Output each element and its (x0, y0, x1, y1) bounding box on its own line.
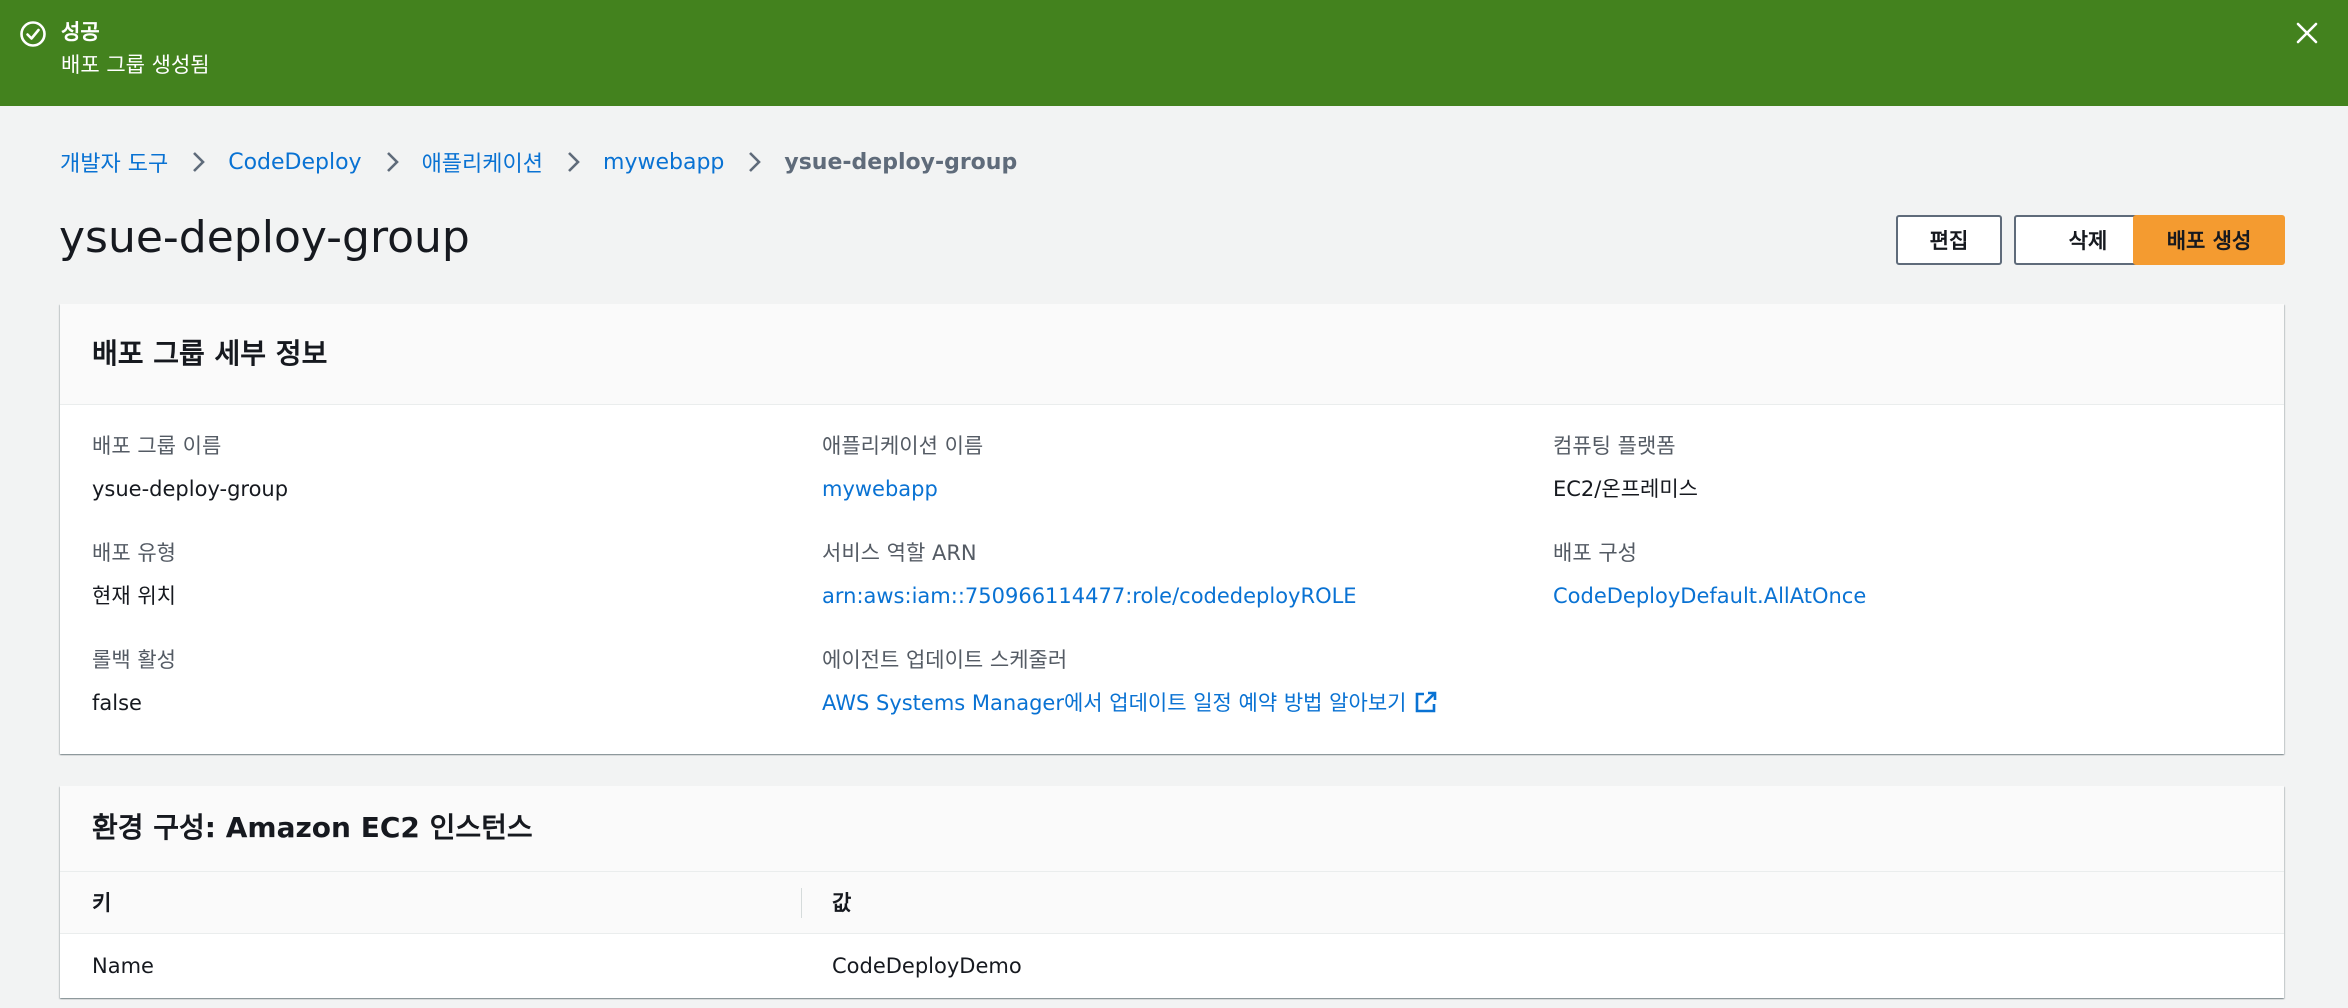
agent-scheduler-label: 에이전트 업데이트 스케줄러 (822, 648, 1068, 672)
breadcrumb-applications[interactable]: 애플리케이션 (422, 146, 543, 178)
breadcrumb-mywebapp[interactable]: mywebapp (603, 150, 724, 175)
application-name-label: 애플리케이션 이름 (822, 434, 984, 458)
panel-header: 배포 그룹 세부 정보 (60, 304, 2284, 405)
deployment-config-label: 배포 구성 (1553, 541, 1637, 565)
service-role-arn-link[interactable]: arn:aws:iam::750966114477:role/codedeplo… (822, 582, 1357, 610)
check-circle-icon (20, 21, 46, 47)
table-header: 키 값 (60, 872, 2284, 934)
deployment-group-name-label: 배포 그룹 이름 (92, 434, 222, 458)
breadcrumb-current: ysue-deploy-group (784, 149, 1018, 175)
table-cell-key: Name (92, 954, 154, 978)
agent-scheduler-link-text: AWS Systems Manager에서 업데이트 일정 예약 방법 알아보기 (822, 691, 1407, 715)
application-name-link[interactable]: mywebapp (822, 475, 938, 503)
chevron-right-icon (565, 151, 581, 173)
breadcrumb: 개발자 도구 CodeDeploy 애플리케이션 mywebapp ysue-d… (60, 146, 1017, 178)
page-title: ysue-deploy-group (59, 212, 470, 263)
compute-platform-label: 컴퓨팅 플랫폼 (1553, 434, 1676, 458)
deployment-config-link[interactable]: CodeDeployDefault.AllAtOnce (1553, 582, 1866, 610)
compute-platform-value: EC2/온프레미스 (1553, 477, 1698, 501)
column-header-key: 키 (92, 891, 112, 915)
close-icon[interactable] (2293, 19, 2321, 47)
breadcrumb-codedeploy[interactable]: CodeDeploy (228, 150, 361, 175)
deployment-type-value: 현재 위치 (92, 584, 176, 608)
success-flash-banner: 성공 배포 그룹 생성됨 (0, 0, 2348, 106)
chevron-right-icon (190, 151, 206, 173)
service-role-arn-label: 서비스 역할 ARN (822, 541, 977, 565)
column-header-value: 값 (832, 891, 852, 915)
panel-title: 배포 그룹 세부 정보 (92, 337, 328, 370)
flash-title: 성공 (61, 20, 100, 44)
external-link-icon (1416, 691, 1437, 713)
agent-scheduler-link[interactable]: AWS Systems Manager에서 업데이트 일정 예약 방법 알아보기 (822, 689, 1438, 717)
breadcrumb-developer-tools[interactable]: 개발자 도구 (60, 146, 168, 178)
rollback-enabled-label: 롤백 활성 (92, 648, 176, 672)
rollback-enabled-value: false (92, 691, 142, 715)
table-cell-value: CodeDeployDemo (832, 954, 1022, 978)
deployment-group-name-value: ysue-deploy-group (92, 477, 289, 501)
deployment-group-details-panel: 배포 그룹 세부 정보 배포 그룹 이름 ysue-deploy-group 배… (60, 304, 2284, 754)
create-deployment-button[interactable]: 배포 생성 (2133, 215, 2285, 265)
environment-config-panel: 환경 구성: Amazon EC2 인스턴스 키 값 Name CodeDepl… (60, 786, 2284, 998)
panel-title: 환경 구성: Amazon EC2 인스턴스 (92, 811, 533, 844)
column-divider (801, 888, 802, 918)
chevron-right-icon (746, 151, 762, 173)
edit-button[interactable]: 편집 (1896, 215, 2002, 265)
panel-header: 환경 구성: Amazon EC2 인스턴스 (60, 786, 2284, 872)
deployment-type-label: 배포 유형 (92, 541, 176, 565)
chevron-right-icon (384, 151, 400, 173)
flash-message: 배포 그룹 생성됨 (61, 53, 210, 77)
